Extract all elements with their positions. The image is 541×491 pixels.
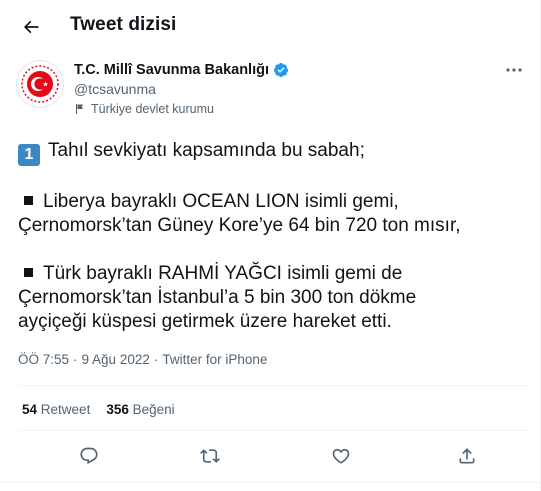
bullet-icon bbox=[24, 268, 33, 278]
tweet-date[interactable]: 9 Ağu 2022 bbox=[82, 352, 150, 367]
government-label: Türkiye devlet kurumu bbox=[74, 102, 214, 116]
like-icon bbox=[332, 448, 350, 464]
tweet-line-text: Türk bayraklı RAHMİ YAĞCI isimli gemi de bbox=[43, 263, 403, 284]
retweets-stat[interactable]: 54 Retweet bbox=[22, 402, 90, 417]
avatar[interactable] bbox=[16, 60, 64, 108]
tweet-line: Çernomorsk’tan Güney Kore’ye 64 bin 720 … bbox=[18, 215, 461, 236]
tweet-line: ayçiçeği küspesi getirmek üzere hareket … bbox=[18, 311, 392, 332]
tweet-time[interactable]: ÖÖ 7:55 bbox=[18, 352, 69, 367]
keycap-one-icon: 1 bbox=[18, 144, 40, 166]
bullet-icon bbox=[24, 196, 33, 206]
back-button[interactable] bbox=[16, 12, 46, 42]
government-label-text: Türkiye devlet kurumu bbox=[91, 102, 214, 116]
meta-separator: · bbox=[73, 352, 78, 367]
tweet-text: 1 Tahıl sevkiyatı kapsamında bu sabah; Li… bbox=[18, 139, 523, 334]
share-icon bbox=[459, 448, 475, 464]
tweet-line: Türk bayraklı RAHMİ YAĞCI isimli gemi de bbox=[18, 262, 523, 286]
verified-badge-icon bbox=[273, 63, 288, 77]
tweet-source[interactable]: Twitter for iPhone bbox=[162, 352, 267, 367]
divider bbox=[18, 430, 528, 431]
like-button[interactable] bbox=[325, 440, 357, 472]
more-icon bbox=[506, 68, 522, 72]
author-name-text: T.C. Millî Savunma Bakanlığı bbox=[74, 62, 269, 78]
share-button[interactable] bbox=[451, 440, 483, 472]
more-button[interactable] bbox=[502, 60, 526, 80]
divider bbox=[18, 385, 528, 386]
author-handle[interactable]: @tcsavunma bbox=[74, 81, 156, 97]
tweet-line: 1 Tahıl sevkiyatı kapsamında bu sabah; bbox=[18, 139, 523, 166]
tweet-line-text: Liberya bayraklı OCEAN LION isimli gemi, bbox=[43, 191, 399, 212]
tweet-stats: 54 Retweet 356 Beğeni bbox=[22, 402, 175, 417]
reply-icon bbox=[80, 447, 98, 465]
retweet-icon bbox=[200, 449, 220, 463]
flag-icon bbox=[76, 104, 83, 114]
page-title: Tweet dizisi bbox=[70, 14, 177, 35]
meta-separator: · bbox=[153, 352, 159, 367]
tweet-line: Liberya bayraklı OCEAN LION isimli gemi, bbox=[18, 190, 523, 214]
likes-count: 356 bbox=[106, 402, 129, 417]
ministry-logo-icon bbox=[21, 65, 59, 103]
reply-button[interactable] bbox=[73, 440, 105, 472]
likes-label: Beğeni bbox=[132, 402, 175, 417]
header: Tweet dizisi bbox=[0, 0, 540, 53]
likes-stat[interactable]: 356 Beğeni bbox=[106, 402, 174, 417]
retweet-button[interactable] bbox=[194, 440, 226, 472]
action-bar bbox=[18, 440, 523, 472]
tweet-thread-page: Tweet dizisi T.C. Millî Savunma Bakanlığ… bbox=[0, 0, 541, 491]
tweet-line: Çernomorsk’tan İstanbul’a 5 bin 300 ton … bbox=[18, 287, 417, 308]
divider bbox=[0, 482, 540, 483]
tweet-meta: ÖÖ 7:55 · 9 Ağu 2022 · Twitter for iPhon… bbox=[18, 352, 267, 367]
tweet-line-text: Tahıl sevkiyatı kapsamında bu sabah; bbox=[48, 140, 365, 161]
retweets-label: Retweet bbox=[40, 402, 91, 417]
back-arrow-icon bbox=[23, 20, 39, 34]
author-name[interactable]: T.C. Millî Savunma Bakanlığı bbox=[74, 62, 289, 78]
retweets-count: 54 bbox=[22, 402, 38, 417]
